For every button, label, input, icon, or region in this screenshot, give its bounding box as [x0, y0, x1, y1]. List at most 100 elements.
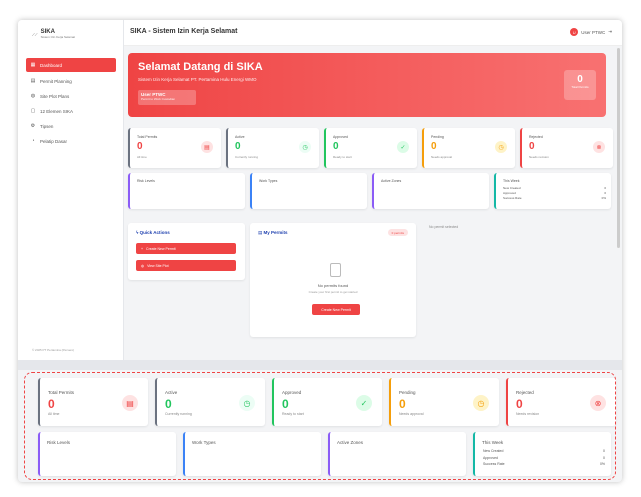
info-title: Work Types: [192, 440, 216, 445]
stat-card-active: Active 0 Currently running ◷: [155, 378, 265, 426]
stat-card-total-permits: Total Permits 0 All time ▤: [128, 128, 221, 168]
sidebar-item-label: Dashboard: [40, 62, 63, 68]
view-site-plot-button[interactable]: ◍ View Site Plot: [136, 260, 236, 271]
map-icon: ◍: [141, 263, 145, 268]
stat-value: 0: [529, 141, 535, 152]
info-row: Success Rate 0%: [483, 461, 605, 468]
sidebar-item-permit-planning[interactable]: ▤ Permit Planning: [26, 75, 116, 87]
info-row-label: Success Rate: [503, 196, 522, 200]
clipboard-icon: ▤: [30, 78, 36, 84]
stat-card-active: Active 0 Currently running ◷: [226, 128, 319, 168]
stat-label: Rejected: [516, 390, 534, 395]
grid-icon: ▦: [30, 62, 36, 68]
no-permit-selected: No permit selected: [429, 225, 459, 229]
stat-caption: Needs revision: [516, 412, 540, 416]
check-icon: ✓: [356, 395, 372, 411]
document-icon: ▤: [201, 141, 213, 153]
info-title: Active Zones: [381, 179, 402, 183]
info-card-this-week: This Week New Created 0 Approved 0 Success Ra…: [473, 432, 611, 476]
stats-row-zoom: Total Permits 0 All time ▤ Active 0 Currently …: [38, 378, 616, 426]
stat-label: Rejected: [529, 135, 543, 139]
info-rows: New Created 0 Approved 0 Success Rate 0%: [483, 448, 605, 468]
app-window: ⟋⟋ SIKA Sistem Izin Kerja Selamat ▦ Dashb…: [18, 20, 622, 482]
avatar[interactable]: U: [570, 28, 579, 36]
info-card-this-week: This Week New Created 0 Approved 0 Success Ra…: [494, 173, 611, 209]
info-card-risk-levels: Risk Levels: [128, 173, 245, 209]
sidebar: ⟋⟋ SIKA Sistem Izin Kerja Selamat ▦ Dashb…: [18, 20, 124, 360]
banner-user-box: User PTWC Permit to Work Custodian: [138, 90, 196, 105]
stat-caption: Ready to start: [333, 155, 352, 159]
clock-icon: ◷: [495, 141, 507, 153]
document-icon: ▤: [122, 395, 138, 411]
info-row-value: 0%: [601, 196, 606, 200]
stat-card-approved: Approved 0 Ready to start ✓: [272, 378, 382, 426]
logout-icon[interactable]: ⇥: [608, 29, 612, 35]
stat-label: Approved: [333, 135, 348, 139]
stat-card-rejected: Rejected 0 Needs revision ⊗: [506, 378, 616, 426]
stat-caption: Currently running: [165, 412, 192, 416]
quick-actions-card: ϟ Quick Actions + Create New Permit ◍ Vi…: [128, 223, 245, 280]
empty-document-icon: [330, 263, 341, 277]
user-name: User PTWC: [581, 29, 606, 35]
sidebar-item-tipsen[interactable]: ⚙ Tipsen: [26, 120, 116, 132]
stat-label: Pending: [431, 135, 444, 139]
stat-value: 0: [399, 397, 406, 411]
check-icon: ✓: [397, 141, 409, 153]
logo[interactable]: ⟋⟋ SIKA Sistem Izin Kerja Selamat: [32, 29, 75, 39]
stat-label: Total Permits: [48, 390, 75, 395]
stat-label: Approved: [282, 390, 302, 395]
stat-value: 0: [48, 397, 55, 411]
stat-label: Active: [165, 390, 178, 395]
info-title: This Week: [482, 440, 504, 445]
stat-label: Total Permits: [137, 135, 158, 139]
scrollbar[interactable]: [617, 48, 620, 248]
sidebar-item-site-plot-plans[interactable]: ◍ Site Plot Plans: [26, 90, 116, 102]
stat-caption: All time: [137, 155, 147, 159]
stat-card-rejected: Rejected 0 Needs revision ⊗: [520, 128, 613, 168]
clock-icon: ◷: [299, 141, 311, 153]
plus-icon: +: [141, 246, 144, 251]
user-menu[interactable]: U User PTWC ⇥: [570, 28, 612, 36]
sidebar-item-pelatip-dasar[interactable]: ◔ Pelatip Dasar: [26, 135, 116, 147]
logo-subtitle: Sistem Izin Kerja Selamat: [40, 35, 75, 39]
info-row-value: 0%: [599, 462, 605, 466]
create-new-permit-button[interactable]: Create New Permit: [312, 304, 360, 315]
clock-icon: ◷: [473, 395, 489, 411]
banner-subtitle: Sistem Izin Kerja Selamat PT. Pertamina …: [138, 77, 257, 82]
welcome-banner: Selamat Datang di SIKA Sistem Izin Kerja…: [128, 53, 606, 117]
user-icon: ◔: [31, 138, 35, 144]
stat-caption: Needs approval: [399, 412, 424, 416]
my-permits-card: ▤ My Permits 0 permits No permits found …: [250, 223, 416, 337]
sidebar-nav: ▦ Dashboard ▤ Permit Planning ◍ Site Plot Pla…: [26, 58, 116, 150]
info-title: Active Zones: [337, 440, 364, 445]
empty-title: No permits found: [317, 283, 349, 288]
banner-count: 0: [577, 74, 583, 85]
stats-row: Total Permits 0 All time ▤ Active 0 Currently …: [128, 128, 613, 168]
info-row: Risk Levels Work Types Active Zones This We…: [128, 173, 611, 209]
banner-count-label: Total Permits: [571, 85, 589, 89]
info-title: Work Types: [259, 179, 278, 183]
sidebar-item-dashboard[interactable]: ▦ Dashboard: [26, 58, 116, 72]
sidebar-item-label: Tipsen: [40, 123, 54, 129]
sidebar-item-12-elemen-sika[interactable]: ▢ 12 Elemen SIKA: [26, 105, 116, 117]
stat-card-approved: Approved 0 Ready to start ✓: [324, 128, 417, 168]
document-icon: ▢: [30, 108, 36, 114]
gear-icon: ⚙: [30, 123, 36, 129]
page-title: SIKA - Sistem Izin Kerja Selamat: [130, 28, 238, 35]
stat-value: 0: [516, 397, 523, 411]
sidebar-item-label: Pelatip Dasar: [40, 138, 68, 144]
stat-label: Pending: [399, 390, 416, 395]
copyright: © 2025 PT Pertamina (Persero): [32, 348, 75, 352]
stat-value: 0: [165, 397, 172, 411]
info-card-risk-levels: Risk Levels: [38, 432, 176, 476]
sidebar-item-label: Site Plot Plans: [40, 93, 70, 99]
divider: [18, 360, 622, 370]
x-circle-icon: ⊗: [590, 395, 606, 411]
info-card-active-zones: Active Zones: [372, 173, 489, 209]
banner-user-role: Permit to Work Custodian: [141, 97, 176, 101]
x-circle-icon: ⊗: [593, 141, 605, 153]
banner-title: Selamat Datang di SIKA: [138, 61, 263, 73]
create-permit-button[interactable]: + Create New Permit: [136, 243, 236, 254]
stat-caption: All time: [48, 412, 60, 416]
stat-value: 0: [282, 397, 289, 411]
